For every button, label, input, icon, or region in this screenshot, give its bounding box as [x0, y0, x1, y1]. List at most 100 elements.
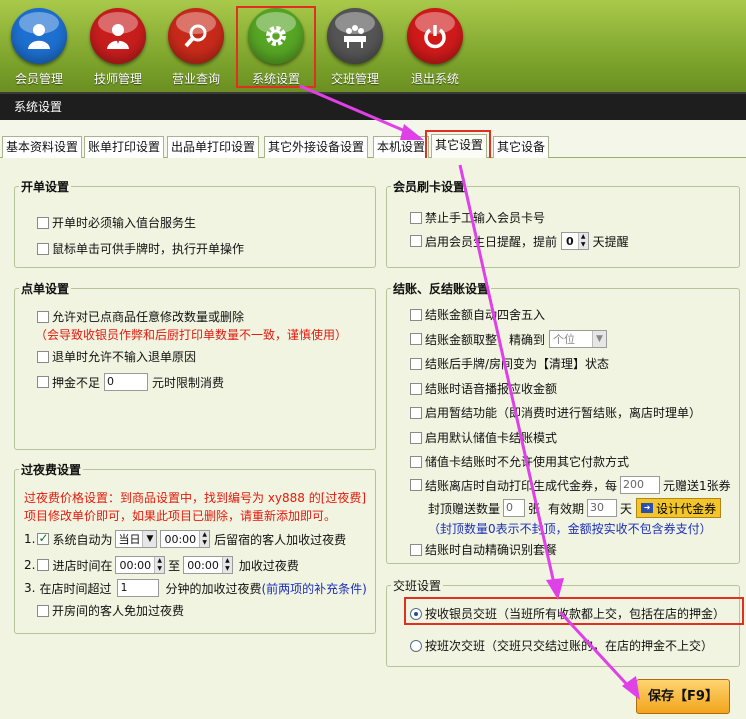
save-button[interactable]: 保存【F9】	[636, 679, 730, 714]
checkout-option-stored-card[interactable]: 启用默认储值卡结账模式	[410, 429, 557, 446]
time-to-input[interactable]: 00:00 ▲ ▼	[183, 556, 233, 574]
card-option-manual-input[interactable]: 禁止手工输入会员卡号	[410, 209, 545, 226]
order-option-deposit[interactable]: 押金不足 0 元时限制消费	[37, 373, 224, 391]
checkbox[interactable]	[410, 211, 422, 224]
deposit-amount-input[interactable]: 0	[104, 373, 149, 391]
checkbox[interactable]	[37, 242, 49, 255]
checkbox[interactable]	[410, 235, 422, 247]
checkbox[interactable]	[410, 406, 422, 419]
checkbox[interactable]	[37, 559, 50, 571]
checkout-option-voucher[interactable]: 结账离店时自动打印生成代金券，每 200 元赠送1张券	[410, 476, 731, 494]
option-label: 鼠标单击可供手牌时，执行开单操作	[52, 242, 245, 256]
checkout-option-integer[interactable]: 结账金额取整，精确到 个位 ▼	[410, 330, 608, 348]
tab-product-print[interactable]: 出品单打印设置	[167, 136, 260, 158]
rule-number: 3.	[24, 581, 36, 595]
search-icon	[168, 8, 224, 64]
nav-business-query[interactable]: 营业查询	[157, 6, 235, 90]
tab-other-devices[interactable]: 其它设备	[493, 136, 550, 158]
option-label: 封顶赠送数量	[428, 501, 501, 516]
cap-quantity-input[interactable]: 0	[503, 499, 526, 517]
checkbox[interactable]	[410, 543, 422, 556]
time-from-input[interactable]: 00:00 ▲ ▼	[115, 556, 166, 574]
checkbox[interactable]	[37, 350, 49, 363]
arrow-right-icon: ➜	[641, 503, 654, 513]
tab-bill-print[interactable]: 账单打印设置	[84, 136, 165, 158]
open-bill-option-waiter[interactable]: 开单时必须输入值台服务生	[37, 214, 196, 231]
order-option-modify[interactable]: 允许对已点商品任意修改数量或删除	[37, 308, 244, 325]
order-option-refund-reason[interactable]: 退单时允许不输入退单原因	[37, 348, 196, 365]
precision-select[interactable]: 个位 ▼	[549, 330, 608, 348]
rule-note: (前两项的补充条件)	[261, 581, 367, 596]
nav-label: 交班管理	[330, 72, 379, 86]
checkbox[interactable]	[410, 357, 422, 370]
spinner-icon: ▲ ▼	[221, 557, 232, 573]
voucher-amount-input[interactable]: 200	[620, 476, 661, 494]
tab-local-settings[interactable]: 本机设置	[373, 136, 430, 158]
option-label: 张	[528, 501, 541, 516]
day-select[interactable]: 当日 ▼	[115, 530, 158, 548]
option-label: 至	[168, 558, 181, 573]
open-bill-option-click[interactable]: 鼠标单击可供手牌时，执行开单操作	[37, 240, 244, 257]
option-label: 元赠送1张券	[663, 478, 731, 493]
group-title: 交班设置	[391, 577, 444, 594]
checkbox[interactable]	[410, 308, 422, 321]
checkout-option-clean-state[interactable]: 结账后手牌/房间变为【清理】状态	[410, 355, 609, 372]
checkout-option-package[interactable]: 结账时自动精确识别套餐	[410, 541, 557, 558]
spinner-icon: ▲ ▼	[577, 233, 588, 249]
overnight-rule-2: 2. 进店时间在 00:00 ▲ ▼ 至 00:00 ▲ ▼ 加收过夜费	[24, 556, 299, 574]
power-icon	[407, 8, 463, 64]
option-label: 结账金额自动四舍五入	[425, 308, 546, 322]
minutes-input[interactable]: 1	[117, 579, 160, 597]
checkbox[interactable]	[410, 479, 422, 491]
overnight-note-line2: 项目修改单价即可，如果此项目已删除，请重新添加即可。	[24, 509, 337, 523]
nav-label: 营业查询	[171, 72, 220, 86]
days-input[interactable]: 0 ▲ ▼	[561, 232, 589, 250]
option-label: 禁止手工输入会员卡号	[425, 211, 546, 225]
checkbox[interactable]	[37, 604, 49, 617]
checkbox[interactable]	[410, 455, 422, 468]
nav-member-management[interactable]: 会员管理	[0, 6, 78, 90]
option-label: 结账金额取整，精确到	[425, 332, 546, 347]
option-label: 系统自动为	[52, 532, 113, 547]
tab-basic-info[interactable]: 基本资料设置	[2, 136, 83, 158]
option-label: 结账离店时自动打印生成代金券，每	[425, 478, 618, 493]
radio-button[interactable]	[410, 639, 422, 652]
checkout-option-temp-settle[interactable]: 启用暂结功能（即消费时进行暂结账，离店时理单）	[410, 404, 701, 421]
technician-icon	[90, 8, 146, 64]
checkbox[interactable]	[37, 376, 49, 388]
option-label: 加收过夜费	[238, 558, 299, 573]
spinner-icon: ▲ ▼	[199, 531, 210, 547]
settings-tab-bar: 基本资料设置 账单打印设置 出品单打印设置 其它外接设备设置 本机设置 其它设置…	[0, 120, 746, 159]
option-label: 开单时必须输入值台服务生	[52, 216, 197, 230]
overnight-rule-4[interactable]: 开房间的客人免加过夜费	[37, 602, 184, 619]
valid-days-input[interactable]: 30	[587, 499, 618, 517]
checkout-option-no-other-pay[interactable]: 储值卡结账时不允许使用其它付款方式	[410, 453, 629, 470]
checkbox[interactable]	[37, 310, 49, 323]
nav-label: 技师管理	[93, 72, 142, 86]
option-label: 储值卡结账时不允许使用其它付款方式	[425, 455, 630, 469]
option-label: 按班次交班（交班只交结过账的，在店的押金不上交）	[425, 639, 714, 653]
tab-external-devices[interactable]: 其它外接设备设置	[264, 136, 369, 158]
checkbox[interactable]	[410, 333, 422, 345]
option-label: 启用默认储值卡结账模式	[425, 431, 558, 445]
member-card-group: 会员刷卡设置	[386, 178, 740, 268]
checkout-option-voice[interactable]: 结账时语音播报应收金额	[410, 380, 557, 397]
shift-option-by-session[interactable]: 按班次交班（交班只交结过账的，在店的押金不上交）	[410, 637, 713, 654]
time-input[interactable]: 00:00 ▲ ▼	[160, 530, 211, 548]
option-label: 开房间的客人免加过夜费	[52, 604, 185, 618]
checkbox[interactable]	[37, 531, 50, 545]
checkbox[interactable]	[37, 216, 49, 229]
nav-technician-management[interactable]: 技师管理	[79, 6, 157, 90]
design-voucher-button[interactable]: ➜ 设计代金券	[636, 498, 722, 518]
checkbox[interactable]	[410, 431, 422, 444]
group-title: 点单设置	[19, 280, 72, 297]
card-option-birthday[interactable]: 启用会员生日提醒，提前 0 ▲ ▼ 天提醒	[410, 232, 629, 250]
checkbox[interactable]	[410, 382, 422, 395]
nav-exit-system[interactable]: 退出系统	[396, 6, 474, 90]
voucher-note: （封顶数量0表示不封顶，金额按实收不包含券支付）	[428, 522, 712, 536]
checkout-option-round[interactable]: 结账金额自动四舍五入	[410, 306, 545, 323]
rule-number: 2.	[24, 558, 36, 572]
option-label: 启用会员生日提醒，提前	[425, 234, 558, 249]
option-label: 启用暂结功能（即消费时进行暂结账，离店时理单）	[425, 406, 702, 420]
nav-shift-management[interactable]: 交班管理	[316, 6, 394, 90]
